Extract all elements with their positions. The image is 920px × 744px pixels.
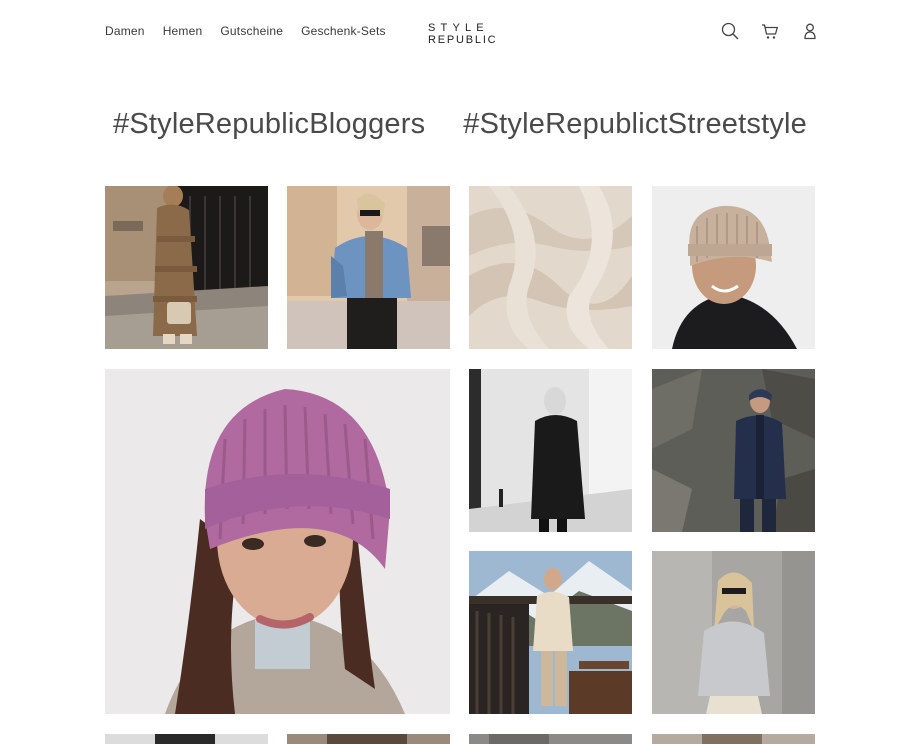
search-icon[interactable] xyxy=(720,21,740,41)
nav-item-geschenk-sets[interactable]: Geschenk-Sets xyxy=(301,24,386,38)
nav-item-gutscheine[interactable]: Gutscheine xyxy=(220,24,283,38)
nav-item-hemen[interactable]: Hemen xyxy=(163,24,203,38)
photo-row4-tile-3[interactable] xyxy=(469,734,632,744)
cart-icon[interactable] xyxy=(760,21,780,41)
logo-line-1: STYLE xyxy=(428,22,489,34)
photo-woman-balcony-snow[interactable] xyxy=(469,551,632,714)
hashtag-bar: #StyleRepublicBloggers #StyleRepublictSt… xyxy=(0,108,920,141)
brand-logo[interactable]: STYLE REPUBLIC xyxy=(428,22,498,46)
photo-man-beige-beanie[interactable] xyxy=(652,186,815,349)
photo-woman-grey-sweater[interactable] xyxy=(652,551,815,714)
nav-item-damen[interactable]: Damen xyxy=(105,24,145,38)
photo-woman-blue-sweater-scarf[interactable] xyxy=(287,186,450,349)
header-icons xyxy=(720,21,820,41)
photo-row4-tile-2[interactable] xyxy=(287,734,450,744)
photo-woman-puffer-coat-street[interactable] xyxy=(105,186,268,349)
photo-row4-tile-1[interactable] xyxy=(105,734,268,744)
hashtag-streetstyle[interactable]: #StyleRepublictStreetstyle xyxy=(463,108,807,141)
main-nav: Damen Hemen Gutscheine Geschenk-Sets xyxy=(105,24,386,38)
photo-man-navy-coat-rocks[interactable] xyxy=(652,369,815,532)
hashtag-bloggers[interactable]: #StyleRepublicBloggers xyxy=(113,108,425,141)
photo-cream-cashmere-fabric[interactable] xyxy=(469,186,632,349)
logo-line-2: REPUBLIC xyxy=(428,34,498,46)
photo-woman-pink-beanie[interactable] xyxy=(105,369,450,714)
account-icon[interactable] xyxy=(800,21,820,41)
photo-row4-tile-4[interactable] xyxy=(652,734,815,744)
photo-mannequin-black-coat[interactable] xyxy=(469,369,632,532)
